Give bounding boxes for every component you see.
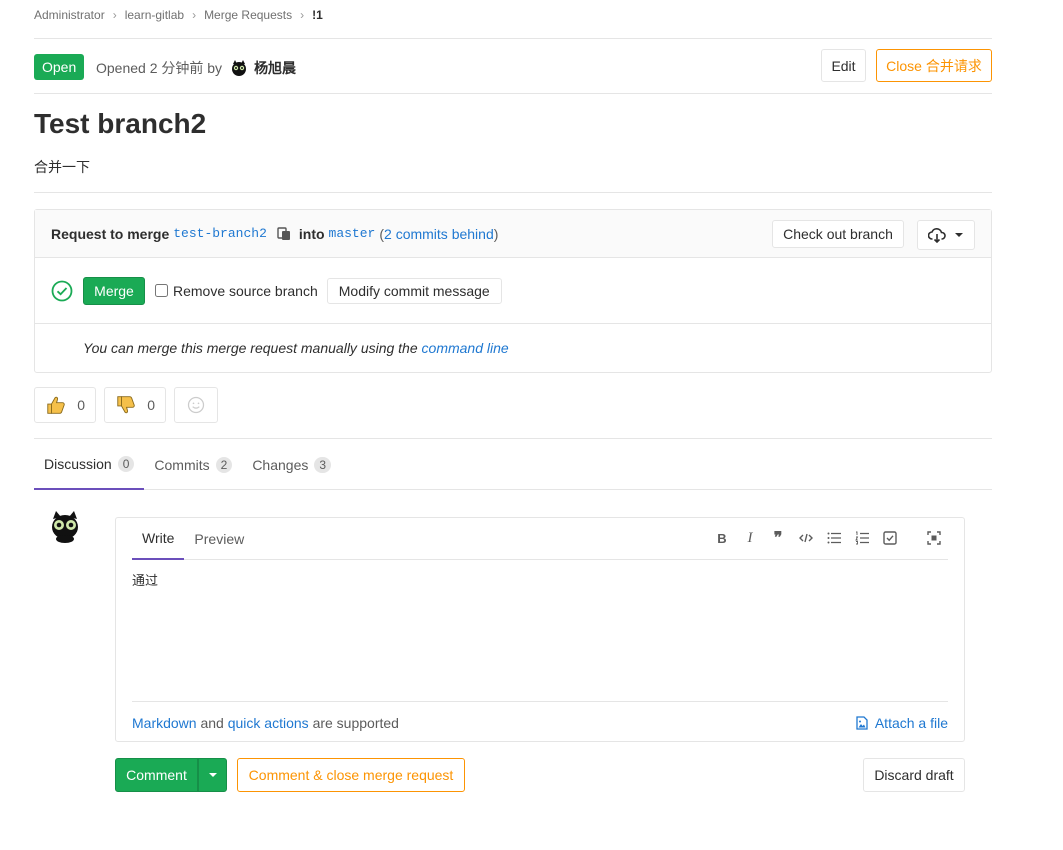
- opened-info: Opened 2 分钟前 by 杨旭晨: [96, 58, 296, 78]
- italic-icon[interactable]: I: [736, 528, 764, 548]
- code-icon[interactable]: [792, 528, 820, 548]
- behind-close-paren: ): [493, 225, 499, 242]
- chevron-right-icon: ›: [112, 8, 117, 22]
- markdown-link[interactable]: Markdown: [132, 715, 197, 731]
- breadcrumb-item-merge-requests[interactable]: Merge Requests: [204, 8, 292, 22]
- mr-description: 合并一下: [34, 159, 90, 175]
- merge-widget-body: Merge Remove source branch Modify commit…: [35, 258, 991, 324]
- merge-button[interactable]: Merge: [83, 276, 145, 305]
- footer-supported-text: are supported: [312, 714, 399, 731]
- merge-widget-header: Request to merge test-branch2 into maste…: [35, 210, 991, 258]
- command-line-link[interactable]: command line: [422, 340, 509, 356]
- close-merge-request-button[interactable]: Close 合并请求: [876, 49, 992, 82]
- tab-commits-label: Commits: [154, 456, 210, 473]
- thumbs-up-count: 0: [77, 397, 85, 413]
- fullscreen-icon[interactable]: [920, 528, 948, 548]
- divider: [34, 38, 992, 39]
- merge-widget: Request to merge test-branch2 into maste…: [34, 209, 992, 373]
- opened-text: Opened 2 分钟前 by: [96, 60, 223, 76]
- footer-and-text: and: [200, 714, 224, 731]
- commits-behind-link[interactable]: 2 commits behind: [384, 226, 494, 242]
- markdown-hint: Markdown and quick actions are supported: [132, 715, 399, 731]
- merge-widget-footer: You can merge this merge request manuall…: [35, 324, 991, 372]
- source-branch[interactable]: test-branch2: [173, 226, 267, 241]
- tab-changes[interactable]: Changes 3: [242, 439, 341, 490]
- breadcrumb: Administrator › learn-gitlab › Merge Req…: [34, 8, 323, 22]
- author-avatar-icon[interactable]: [230, 59, 248, 77]
- divider: [34, 93, 992, 94]
- attach-file-label: Attach a file: [874, 714, 948, 731]
- breadcrumb-item-administrator[interactable]: Administrator: [34, 8, 105, 22]
- numbered-list-icon[interactable]: [848, 528, 876, 548]
- comment-button-group: Comment: [115, 758, 227, 792]
- edit-button[interactable]: Edit: [821, 49, 866, 82]
- comment-textarea[interactable]: 通过: [132, 570, 158, 589]
- quick-actions-link[interactable]: quick actions: [228, 715, 309, 731]
- divider: [34, 192, 992, 193]
- discard-draft-button[interactable]: Discard draft: [863, 758, 965, 792]
- status-badge: Open: [34, 54, 85, 80]
- bold-icon[interactable]: B: [708, 528, 736, 548]
- remove-source-branch-label: Remove source branch: [173, 282, 318, 299]
- thumbs-up-award[interactable]: 0: [34, 387, 96, 423]
- thumbs-down-count: 0: [147, 397, 155, 413]
- manual-merge-text: You can merge this merge request manuall…: [83, 340, 418, 356]
- tab-discussion-count: 0: [117, 455, 135, 472]
- into-label: into: [298, 225, 325, 242]
- quote-icon[interactable]: ❞: [764, 528, 792, 548]
- remove-source-branch-checkbox[interactable]: [155, 284, 168, 297]
- smiley-icon: [187, 396, 205, 414]
- thumbs-down-award[interactable]: 0: [104, 387, 166, 423]
- check-out-branch-button[interactable]: Check out branch: [772, 220, 904, 248]
- request-to-merge-label: Request to merge: [51, 225, 170, 242]
- tab-changes-label: Changes: [252, 456, 309, 473]
- caret-down-icon: [955, 233, 963, 237]
- caret-down-icon: [208, 773, 217, 777]
- attach-file-button[interactable]: Attach a file: [855, 715, 948, 731]
- thumbs-up-icon: [47, 396, 65, 414]
- cloud-download-icon: [928, 228, 946, 243]
- tab-changes-count: 3: [314, 456, 332, 473]
- markdown-toolbar: B I ❞: [708, 528, 948, 548]
- tab-discussion-label: Discussion: [44, 455, 112, 472]
- image-file-icon: [856, 715, 868, 730]
- page-title: Test branch2: [34, 108, 207, 139]
- tab-write[interactable]: Write: [132, 518, 185, 560]
- comment-editor: Write Preview B I ❞ 通过 Markdown and quic…: [115, 517, 965, 742]
- tab-discussion[interactable]: Discussion 0: [34, 439, 145, 490]
- task-list-icon[interactable]: [876, 528, 904, 548]
- chevron-right-icon: ›: [300, 8, 305, 22]
- breadcrumb-item-project[interactable]: learn-gitlab: [125, 8, 184, 22]
- add-reaction-button[interactable]: [174, 387, 218, 423]
- mr-tabs: Discussion 0 Commits 2 Changes 3: [34, 438, 992, 490]
- tab-commits[interactable]: Commits 2: [144, 439, 242, 490]
- tab-commits-count: 2: [215, 456, 233, 473]
- user-avatar-icon[interactable]: [48, 510, 82, 544]
- comment-button[interactable]: Comment: [115, 758, 198, 792]
- bullet-list-icon[interactable]: [820, 528, 848, 548]
- comment-type-dropdown[interactable]: [198, 758, 227, 792]
- remove-source-branch-option[interactable]: Remove source branch: [155, 283, 318, 299]
- modify-commit-message-button[interactable]: Modify commit message: [326, 277, 502, 304]
- thumbs-down-icon: [117, 396, 135, 414]
- breadcrumb-item-current[interactable]: !1: [312, 8, 323, 22]
- tab-preview[interactable]: Preview: [184, 518, 254, 560]
- comment-and-close-button[interactable]: Comment & close merge request: [237, 758, 465, 792]
- download-dropdown-button[interactable]: [917, 220, 975, 250]
- author-link[interactable]: 杨旭晨: [254, 58, 296, 78]
- editor-footer: Markdown and quick actions are supported…: [132, 701, 948, 743]
- copy-icon[interactable]: [277, 226, 291, 241]
- check-circle-icon: [51, 280, 73, 301]
- target-branch[interactable]: master: [329, 226, 376, 241]
- chevron-right-icon: ›: [192, 8, 197, 22]
